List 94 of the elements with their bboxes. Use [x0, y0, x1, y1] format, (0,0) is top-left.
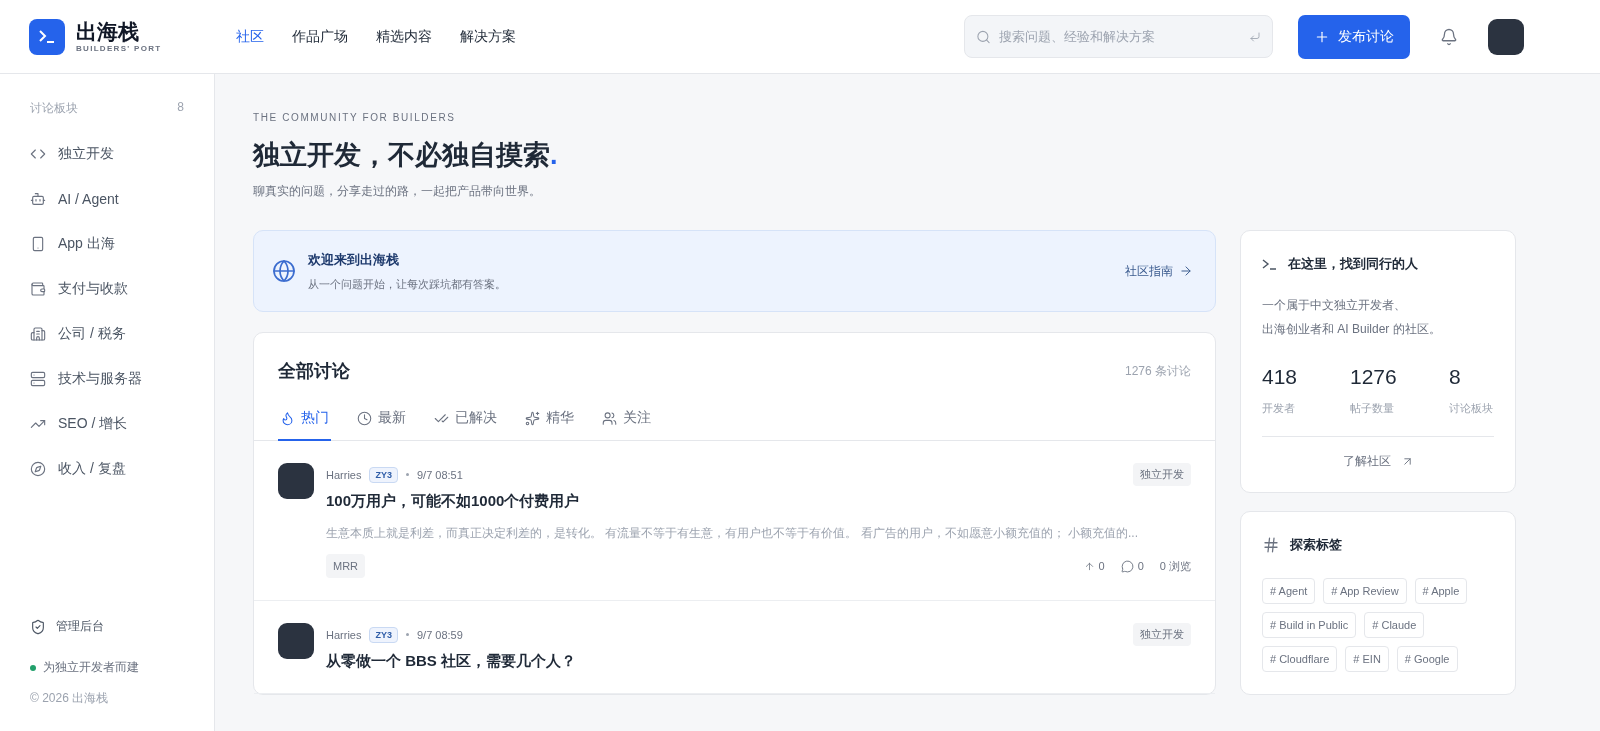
tag-chip[interactable]: # Google [1396, 646, 1458, 672]
sidebar-heading: 讨论板块 [30, 100, 78, 117]
card-title: 在这里，找到同行的人 [1288, 255, 1418, 273]
wallet-icon [30, 280, 46, 297]
tag-chip[interactable]: # Claude [1364, 612, 1425, 638]
nav-link[interactable]: 社区 [236, 27, 264, 46]
sidebar-item[interactable]: 公司 / 税务 [30, 311, 184, 356]
avatar-placeholder [278, 623, 314, 659]
building-icon [30, 325, 46, 342]
separator-dot [405, 473, 409, 476]
terminal-icon [1262, 258, 1278, 270]
filter-tab[interactable]: 已解决 [432, 401, 499, 441]
shield-icon [30, 618, 46, 635]
filter-tab[interactable]: 关注 [600, 401, 653, 441]
globe-icon [272, 259, 296, 283]
enter-icon [1249, 30, 1261, 43]
search-field[interactable]: 搜索问题、经验和解决方案 [964, 15, 1273, 58]
filter-tab[interactable]: 精华 [523, 401, 576, 441]
post-tag[interactable]: MRR [326, 554, 366, 578]
eyebrow-text: THE COMMUNITY FOR BUILDERS [253, 112, 457, 123]
stat-label: 讨论板块 [1449, 401, 1494, 416]
tag-chip[interactable]: # EIN [1345, 646, 1389, 672]
post-title[interactable]: 100万用户，可能不如1000个付费用户 [326, 492, 1191, 511]
tag-chip[interactable]: # Apple [1414, 578, 1468, 604]
brand-name: 出海栈 [76, 20, 140, 44]
copyright: © 2026 出海栈 [30, 690, 110, 707]
discussion-count: 1276 条讨论 [1124, 362, 1191, 380]
author-name: Harries [326, 468, 362, 481]
tag-chip[interactable]: # Agent [1262, 578, 1316, 604]
page-title: 独立开发，不必独自摸索. [253, 139, 559, 172]
category-tag[interactable]: 独立开发 [1133, 463, 1191, 486]
banner-title: 欢迎来到出海栈 [308, 250, 400, 269]
avatar-placeholder [278, 463, 314, 499]
nav-link[interactable]: 解决方案 [460, 27, 516, 46]
admin-link[interactable]: 管理后台 [30, 618, 184, 635]
tag-chip[interactable]: # App Review [1323, 578, 1407, 604]
post-title[interactable]: 从零做一个 BBS 社区，需要几个人？ [326, 652, 1191, 671]
sidebar-item[interactable]: 技术与服务器 [30, 356, 184, 401]
avatar-button[interactable] [1488, 18, 1524, 55]
comment-icon [1120, 559, 1134, 573]
view-count: 0 浏览 [1159, 558, 1191, 574]
stat-value: 8 [1449, 365, 1462, 389]
publish-button[interactable]: 发布讨论 [1298, 14, 1410, 59]
sidebar-count: 8 [177, 100, 184, 116]
hash-icon [1262, 536, 1280, 554]
notification-button[interactable] [1440, 27, 1458, 46]
upvote-icon [1083, 560, 1095, 572]
footer-note: 为独立开发者而建 [43, 659, 139, 676]
phone-icon [30, 235, 46, 252]
bell-icon [1440, 27, 1458, 46]
separator-dot [405, 633, 409, 636]
post-time: 9/7 08:51 [416, 468, 463, 481]
user-badge: ZY3 [369, 466, 398, 483]
page-subtitle: 聊真实的问题，分享走过的路，一起把产品带向世界。 [253, 183, 542, 200]
stat-value: 418 [1262, 365, 1299, 389]
users-icon [602, 410, 617, 426]
logo-icon [29, 18, 65, 55]
search-icon [976, 29, 991, 44]
sidebar-item[interactable]: 支付与收款 [30, 266, 184, 311]
comment-count: 0 [1137, 560, 1144, 572]
compass-icon [30, 460, 46, 477]
stat-label: 帖子数量 [1350, 401, 1395, 416]
nav-link[interactable]: 作品广场 [292, 27, 348, 46]
banner-text: 从一个问题开始，让每次踩坑都有答案。 [308, 276, 506, 292]
card-title: 探索标签 [1290, 536, 1342, 554]
sparkles-icon [525, 410, 540, 426]
author-name: Harries [326, 628, 362, 641]
stat-label: 开发者 [1262, 401, 1296, 416]
section-title: 全部讨论 [278, 360, 350, 383]
sidebar-item[interactable]: SEO / 增长 [30, 401, 184, 446]
guide-link[interactable]: 社区指南 [1125, 262, 1193, 280]
flame-icon [280, 410, 295, 426]
about-text: 一个属于中文独立开发者、 出海创业者和 AI Builder 的社区。 [1262, 297, 1442, 338]
sidebar-item[interactable]: 收入 / 复盘 [30, 446, 184, 491]
brand-tagline: BUILDERS' PORT [76, 43, 162, 53]
tag-chip[interactable]: # Cloudflare [1262, 646, 1338, 672]
filter-tab[interactable]: 最新 [355, 401, 408, 441]
user-badge: ZY3 [369, 626, 398, 643]
nav-link[interactable]: 精选内容 [376, 27, 432, 46]
category-tag[interactable]: 独立开发 [1133, 623, 1191, 646]
sidebar-item[interactable]: AI / Agent [30, 176, 184, 221]
about-link[interactable]: 了解社区 [1262, 453, 1494, 470]
upvote-count: 0 [1098, 560, 1105, 572]
post-excerpt: 生意本质上就是利差，而真正决定利差的，是转化。 有流量不等于有生意，有用户也不等于有价值。 看广告的用户，不如愿意小额充值的； 小额充值的... [326, 525, 1139, 542]
server-icon [30, 370, 46, 387]
filter-tab[interactable]: 热门 [278, 401, 331, 441]
sidebar-item[interactable]: App 出海 [30, 221, 184, 266]
sidebar-item[interactable]: 独立开发 [30, 131, 184, 176]
clock-icon [357, 410, 372, 426]
status-dot [30, 664, 36, 671]
robot-icon [30, 190, 46, 207]
stat-value: 1276 [1350, 365, 1398, 389]
tag-chip[interactable]: # Build in Public [1262, 612, 1357, 638]
post-time: 9/7 08:59 [416, 628, 463, 641]
